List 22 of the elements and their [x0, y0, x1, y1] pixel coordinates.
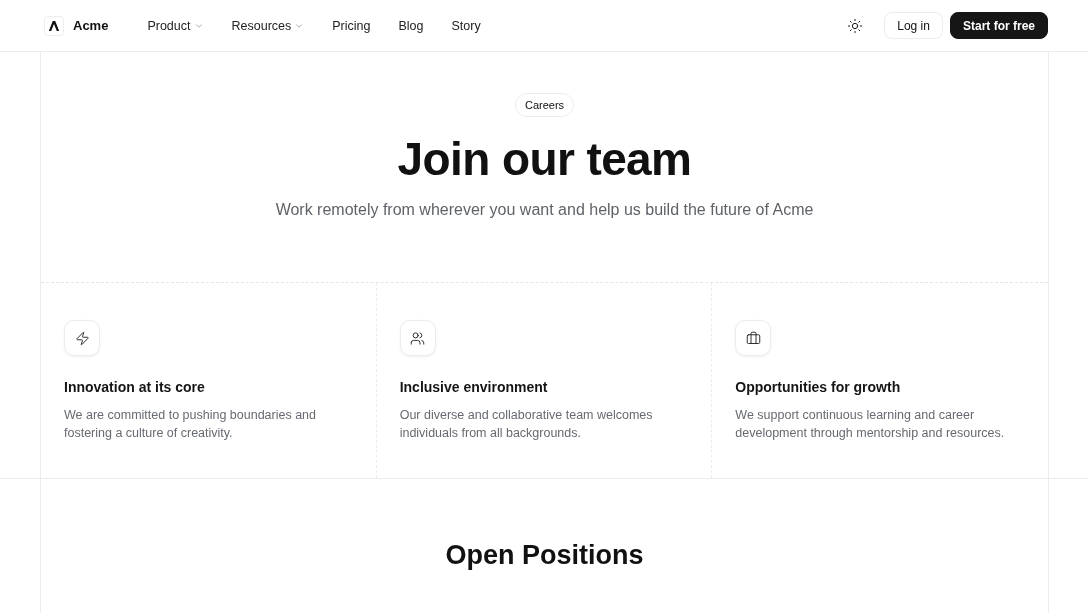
nav-link[interactable]: Blog	[398, 18, 424, 33]
lightning-icon	[64, 320, 100, 356]
section-heading: Open Positions	[445, 539, 644, 572]
nav-link[interactable]: Resources	[231, 18, 305, 33]
feature-description: We support continuous learning and career development through mentorship and resources.	[735, 407, 1006, 442]
brand-name[interactable]: Acme	[73, 18, 109, 33]
feature-title: Inclusive environment	[399, 378, 549, 396]
feature-description: We are committed to pushing boundaries and fostering a culture of creativity.	[64, 407, 317, 442]
login-button[interactable]: Log in	[884, 12, 943, 39]
sun-icon[interactable]	[847, 17, 864, 34]
page-title: Join our team	[397, 132, 692, 187]
briefcase-icon	[735, 320, 772, 356]
feature-title: Innovation at its core	[64, 378, 206, 396]
start-for-free-button[interactable]: Start for free	[949, 12, 1048, 39]
logo-icon[interactable]	[44, 15, 64, 36]
nav-link[interactable]: Story	[451, 18, 481, 33]
people-icon	[399, 320, 436, 356]
nav-link[interactable]: Product	[147, 18, 204, 33]
feature-title: Opportunities for growth	[735, 378, 902, 396]
nav-link[interactable]: Pricing	[332, 18, 371, 33]
feature-description: Our diverse and collaborative team welcomes individuals from all backgrounds.	[399, 407, 654, 442]
page-subtitle: Work remotely from wherever you want and help us build the future of Acme	[275, 200, 814, 220]
